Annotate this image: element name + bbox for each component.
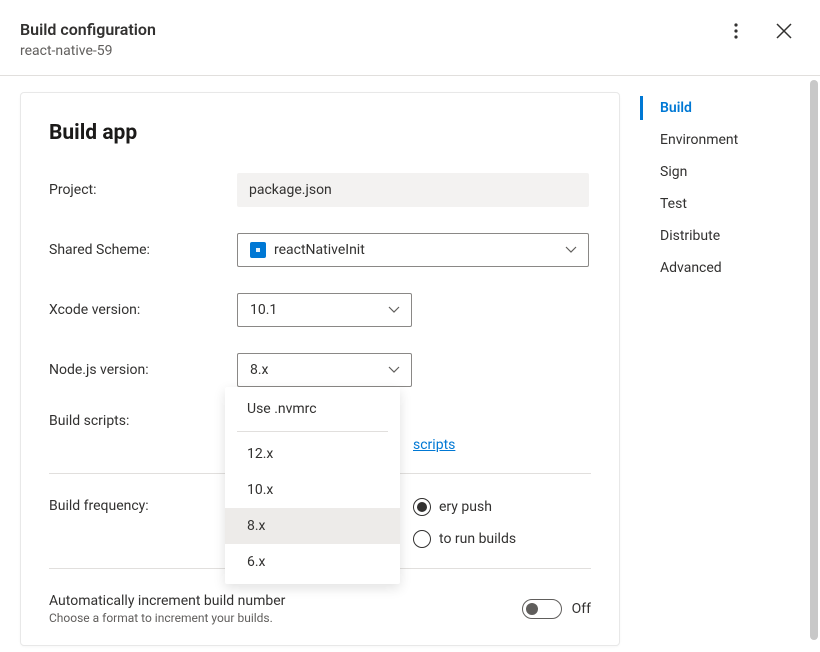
dropdown-divider bbox=[237, 431, 388, 432]
project-label: Project: bbox=[49, 182, 237, 198]
side-nav-item-distribute[interactable]: Distribute bbox=[640, 220, 820, 252]
xcode-label: Xcode version: bbox=[49, 302, 237, 318]
node-row: Node.js version: 8.x bbox=[49, 353, 591, 387]
node-label: Node.js version: bbox=[49, 362, 237, 378]
dropdown-item-6x[interactable]: 6.x bbox=[225, 544, 400, 580]
node-select[interactable]: 8.x bbox=[237, 353, 412, 387]
app-icon bbox=[250, 242, 266, 258]
xcode-select[interactable]: 10.1 bbox=[237, 293, 412, 327]
scheme-control: reactNativeInit bbox=[237, 233, 591, 267]
side-nav-item-advanced[interactable]: Advanced bbox=[640, 252, 820, 284]
auto-increment-toggle[interactable] bbox=[522, 599, 562, 619]
scheme-row: Shared Scheme: reactNativeInit bbox=[49, 233, 591, 267]
auto-increment-toggle-wrap: Off bbox=[522, 599, 591, 619]
header-actions bbox=[724, 20, 796, 44]
scrollbar[interactable] bbox=[810, 80, 818, 640]
side-nav-item-environment[interactable]: Environment bbox=[640, 124, 820, 156]
toggle-knob bbox=[526, 603, 538, 615]
header-title: Build configuration bbox=[20, 20, 156, 39]
auto-increment-state: Off bbox=[572, 601, 591, 617]
node-value: 8.x bbox=[250, 362, 269, 378]
scripts-link[interactable]: scripts bbox=[413, 437, 455, 453]
scripts-label: Build scripts: bbox=[49, 413, 237, 429]
frequency-radio-0[interactable]: ery push bbox=[413, 498, 591, 516]
xcode-row: Xcode version: 10.1 bbox=[49, 293, 591, 327]
side-nav-item-build[interactable]: Build bbox=[640, 92, 820, 124]
side-nav: BuildEnvironmentSignTestDistributeAdvanc… bbox=[640, 76, 820, 649]
project-row: Project: package.json bbox=[49, 173, 591, 207]
side-nav-item-test[interactable]: Test bbox=[640, 188, 820, 220]
radio-label: ery push bbox=[439, 499, 492, 515]
side-nav-item-sign[interactable]: Sign bbox=[640, 156, 820, 188]
node-control: 8.x bbox=[237, 353, 591, 387]
close-icon bbox=[776, 23, 792, 42]
more-vertical-icon bbox=[734, 23, 738, 42]
auto-increment-row: Automatically increment build number Cho… bbox=[49, 593, 591, 625]
frequency-radio-1[interactable]: to run builds bbox=[413, 530, 591, 548]
card-title: Build app bbox=[49, 121, 591, 145]
scheme-value: reactNativeInit bbox=[274, 242, 365, 258]
auto-increment-title: Automatically increment build number bbox=[49, 593, 285, 609]
radio-circle-icon bbox=[413, 530, 431, 548]
dropdown-item-10x[interactable]: 10.x bbox=[225, 472, 400, 508]
header-title-block: Build configuration react-native-59 bbox=[20, 20, 156, 59]
dropdown-item-12x[interactable]: 12.x bbox=[225, 436, 400, 472]
node-dropdown-menu: Use .nvmrc 12.x10.x8.x6.x bbox=[225, 387, 400, 584]
dropdown-item-8x[interactable]: 8.x bbox=[225, 508, 400, 544]
dialog-header: Build configuration react-native-59 bbox=[0, 0, 820, 76]
scheme-label: Shared Scheme: bbox=[49, 242, 237, 258]
xcode-control: 10.1 bbox=[237, 293, 591, 327]
auto-increment-text: Automatically increment build number Cho… bbox=[49, 593, 285, 625]
project-value: package.json bbox=[237, 173, 589, 207]
radio-label: to run builds bbox=[439, 531, 516, 547]
more-button[interactable] bbox=[724, 20, 748, 44]
radio-circle-icon bbox=[413, 498, 431, 516]
content-area: Build app Project: package.json Shared S… bbox=[0, 76, 820, 649]
header-subtitle: react-native-59 bbox=[20, 43, 156, 59]
xcode-value: 10.1 bbox=[250, 302, 277, 318]
project-control: package.json bbox=[237, 173, 591, 207]
close-button[interactable] bbox=[772, 20, 796, 44]
frequency-label: Build frequency: bbox=[49, 498, 237, 514]
dropdown-item-usenvmrc[interactable]: Use .nvmrc bbox=[225, 391, 400, 427]
scheme-select[interactable]: reactNativeInit bbox=[237, 233, 589, 267]
auto-increment-desc: Choose a format to increment your builds… bbox=[49, 611, 285, 625]
frequency-radio-group: ery push to run builds bbox=[413, 498, 591, 548]
